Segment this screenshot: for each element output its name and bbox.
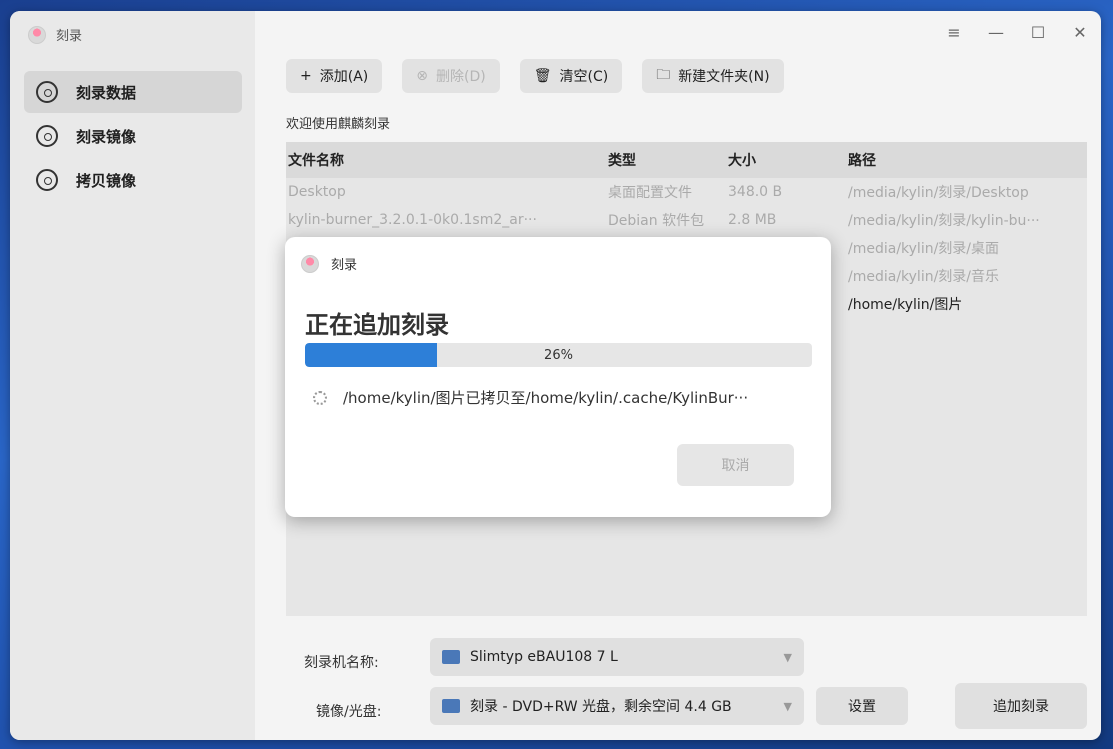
image-disc-select[interactable]: 刻录 - DVD+RW 光盘，剩余空间 4.4 GB ▼	[430, 687, 804, 725]
append-burn-button[interactable]: 追加刻录	[955, 683, 1087, 729]
image-value: 刻录 - DVD+RW 光盘，剩余空间 4.4 GB	[470, 699, 732, 715]
dialog-heading: 正在追加刻录	[305, 311, 449, 339]
close-icon[interactable]: ✕	[1069, 23, 1091, 42]
sidebar: 刻录 刻录数据 刻录镜像 拷贝镜像	[10, 11, 255, 740]
header-name[interactable]: 文件名称	[286, 150, 608, 170]
sidebar-item-label: 拷贝镜像	[76, 171, 137, 190]
image-disc-label: 镜像/光盘:	[316, 704, 382, 720]
folder-icon: 🗀	[656, 67, 671, 83]
new-folder-button[interactable]: 🗀 新建文件夹(N)	[642, 59, 784, 93]
app-title: 刻录	[56, 29, 83, 44]
header-path[interactable]: 路径	[848, 150, 1087, 170]
cell-name: Desktop	[288, 184, 346, 200]
drive-icon	[442, 650, 460, 664]
table-row[interactable]: Desktop 桌面配置文件 348.0 B /media/kylin/刻录/D…	[286, 178, 1087, 206]
table-row[interactable]: kylin-burner_3.2.0.1-0k0.1sm2_ar··· Debi…	[286, 206, 1087, 234]
sidebar-nav: 刻录数据 刻录镜像 拷贝镜像	[24, 71, 242, 203]
app-logo-icon	[28, 25, 46, 44]
cancel-button[interactable]: 取消	[677, 444, 794, 486]
progress-text: 26%	[544, 347, 573, 363]
burner-name-label: 刻录机名称:	[304, 655, 379, 671]
settings-button[interactable]: 设置	[816, 687, 908, 725]
copy-disc-icon	[36, 169, 58, 191]
clear-button[interactable]: 🗑 清空(C)	[519, 59, 623, 93]
delete-button[interactable]: ⊗ 删除(D)	[402, 59, 500, 93]
cell-path: /home/kylin/图片	[848, 297, 963, 313]
spinner-icon	[313, 390, 327, 405]
progress-bar: 26%	[305, 343, 812, 367]
data-disc-icon	[36, 81, 58, 103]
cell-path: /media/kylin/刻录/kylin-bu···	[848, 213, 1040, 229]
sidebar-item-copy-image[interactable]: 拷贝镜像	[24, 159, 242, 201]
dialog-title: 刻录	[331, 258, 358, 273]
sidebar-item-label: 刻录镜像	[76, 127, 137, 146]
image-disc-icon	[36, 125, 58, 147]
cell-size: 348.0 B	[728, 184, 783, 200]
sidebar-item-burn-image[interactable]: 刻录镜像	[24, 115, 242, 157]
header-size[interactable]: 大小	[728, 150, 848, 170]
chevron-down-icon: ▼	[783, 650, 792, 664]
cell-path: /media/kylin/刻录/桌面	[848, 241, 1000, 257]
minimize-icon[interactable]: —	[985, 23, 1007, 42]
cell-type: 桌面配置文件	[608, 185, 692, 201]
maximize-icon[interactable]: ☐	[1027, 23, 1049, 42]
cell-size: 2.8 MB	[728, 212, 777, 228]
welcome-text: 欢迎使用麒麟刻录	[286, 117, 391, 132]
cell-type: Debian 软件包	[608, 213, 705, 229]
delete-icon: ⊗	[416, 68, 428, 84]
add-button[interactable]: + 添加(A)	[286, 59, 383, 93]
chevron-down-icon: ▼	[783, 699, 792, 713]
status-text: /home/kylin/图片已拷贝至/home/kylin/.cache/Kyl…	[343, 389, 749, 407]
cell-name: kylin-burner_3.2.0.1-0k0.1sm2_ar···	[288, 212, 537, 228]
trash-icon: 🗑	[533, 68, 552, 84]
sidebar-item-burn-data[interactable]: 刻录数据	[24, 71, 242, 113]
disc-icon	[442, 699, 460, 713]
burner-value: Slimtyp eBAU108 7 L	[470, 649, 618, 665]
cell-path: /media/kylin/刻录/Desktop	[848, 185, 1029, 201]
delete-label: 删除(D)	[435, 69, 486, 85]
cell-path: /media/kylin/刻录/音乐	[848, 269, 1000, 285]
header-type[interactable]: 类型	[608, 150, 728, 170]
menu-icon[interactable]: ≡	[943, 23, 965, 42]
burner-select[interactable]: Slimtyp eBAU108 7 L ▼	[430, 638, 804, 676]
status-message: /home/kylin/图片已拷贝至/home/kylin/.cache/Kyl…	[313, 387, 813, 408]
clear-label: 清空(C)	[559, 69, 609, 85]
plus-icon: +	[300, 68, 312, 84]
toolbar: + 添加(A) ⊗ 删除(D) 🗑 清空(C) 🗀 新建文件夹(N)	[286, 59, 784, 93]
new-folder-label: 新建文件夹(N)	[678, 69, 770, 85]
progress-dialog: 刻录 正在追加刻录 26% /home/kylin/图片已拷贝至/home/ky…	[285, 237, 831, 517]
sidebar-item-label: 刻录数据	[76, 83, 137, 102]
dialog-title-bar: 刻录	[301, 254, 357, 273]
window-controls: ≡ — ☐ ✕	[943, 23, 1091, 42]
table-header: 文件名称 类型 大小 路径	[286, 142, 1087, 178]
add-label: 添加(A)	[319, 69, 369, 85]
app-logo-icon	[301, 254, 319, 273]
app-title-bar: 刻录	[28, 25, 82, 44]
